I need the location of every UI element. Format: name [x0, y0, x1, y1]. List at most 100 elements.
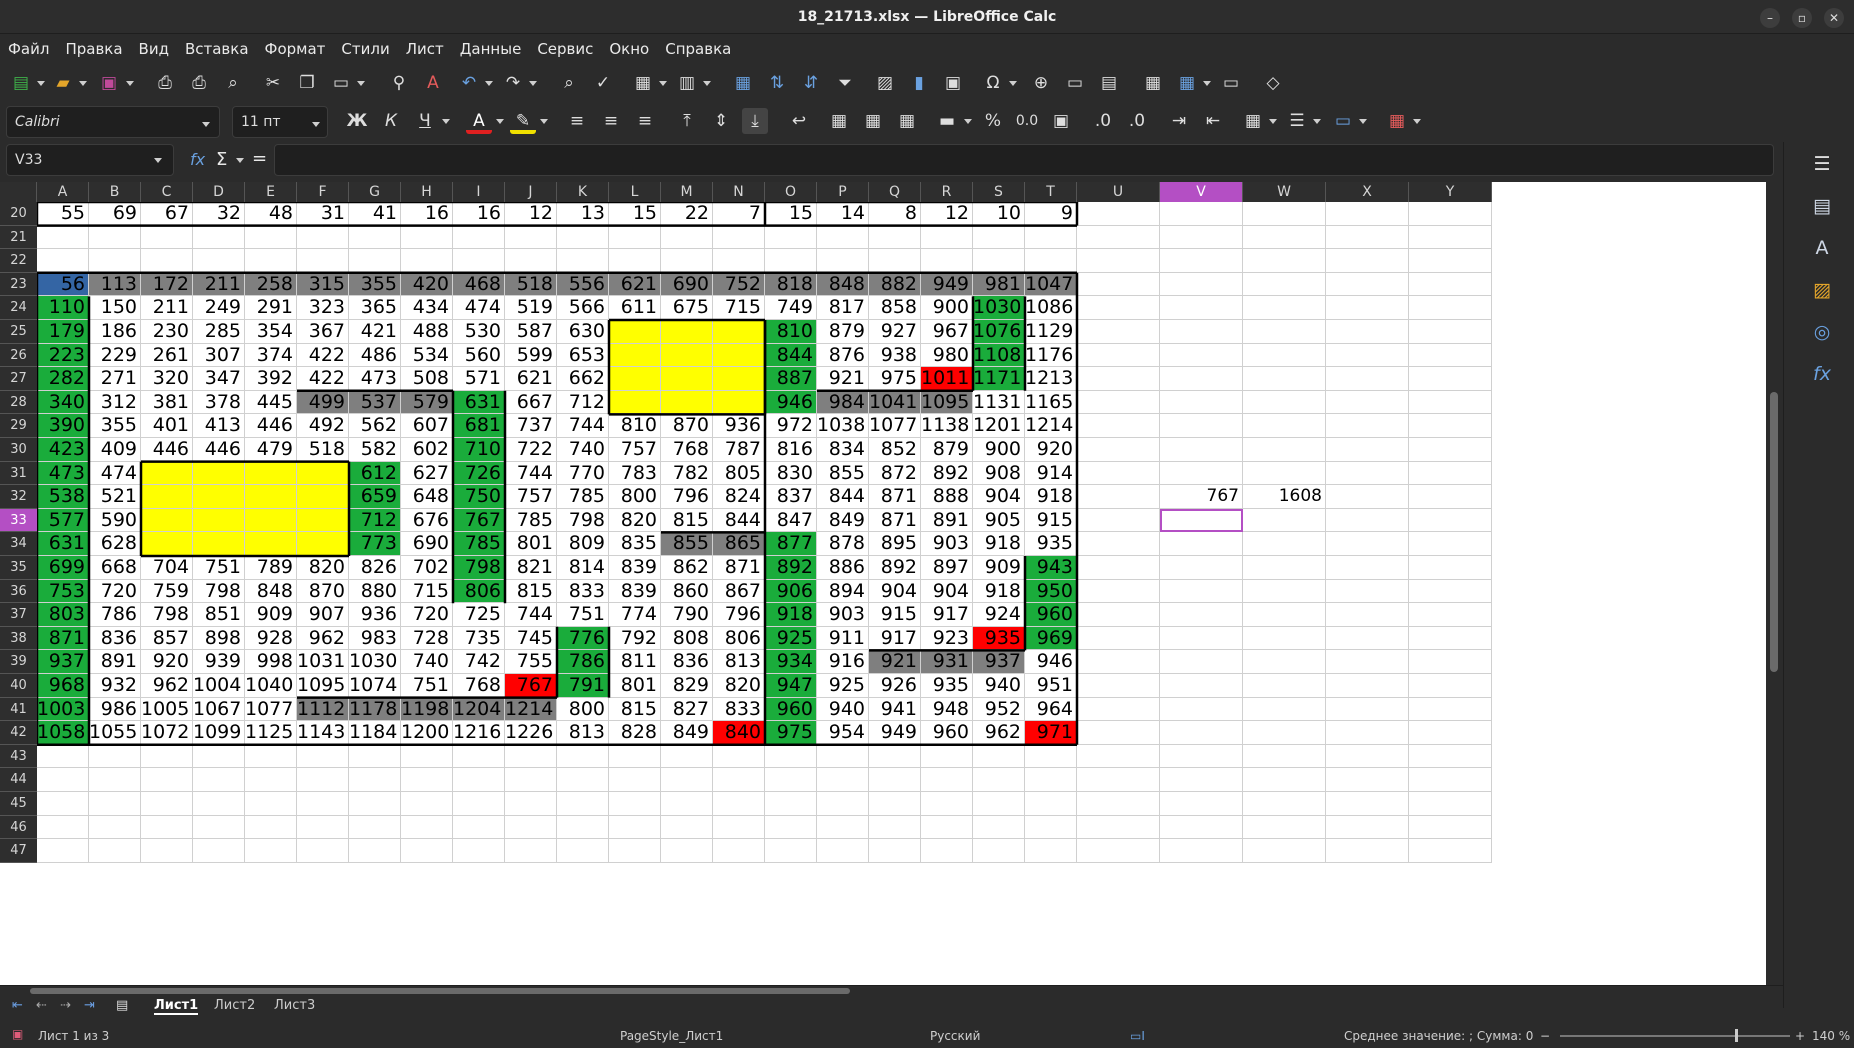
row-header-28[interactable]: 28: [0, 391, 37, 415]
sort-ascending-icon[interactable]: ⇅: [764, 70, 790, 96]
formula-input[interactable]: [274, 144, 1774, 176]
styles-icon[interactable]: A: [1808, 234, 1836, 262]
add-decimal-icon[interactable]: .0: [1090, 108, 1116, 134]
new-document-icon[interactable]: ▤: [8, 70, 34, 96]
align-left-icon[interactable]: ≡: [564, 108, 590, 134]
clear-formatting-icon[interactable]: A: [420, 70, 446, 96]
row-header-24[interactable]: 24: [0, 296, 37, 320]
bold-button[interactable]: Ж: [344, 108, 370, 134]
menu-item-4[interactable]: Формат: [257, 34, 334, 64]
insert-chart-icon[interactable]: ▮: [906, 70, 932, 96]
column-header-H[interactable]: H: [401, 182, 453, 202]
menu-item-6[interactable]: Лист: [398, 34, 452, 64]
align-middle-icon[interactable]: ⇕: [708, 108, 734, 134]
special-character-icon[interactable]: Ω: [980, 70, 1006, 96]
redo-icon[interactable]: ↷: [500, 70, 526, 96]
tab-sheet3[interactable]: Лист3: [274, 998, 315, 1013]
delete-decimal-icon[interactable]: .0: [1124, 108, 1150, 134]
navigator-icon[interactable]: ◎: [1808, 318, 1836, 346]
underline-button[interactable]: Ч: [412, 108, 438, 134]
find-replace-icon[interactable]: ⌕: [556, 70, 582, 96]
menu-item-8[interactable]: Сервис: [529, 34, 601, 64]
status-language[interactable]: Русский: [930, 1029, 980, 1043]
row-header-39[interactable]: 39: [0, 650, 37, 674]
row-header-36[interactable]: 36: [0, 580, 37, 604]
function-wizard-icon[interactable]: fx: [190, 150, 205, 169]
row-header-47[interactable]: 47: [0, 839, 37, 863]
add-sheet-icon[interactable]: ▤: [116, 998, 128, 1013]
row-header-32[interactable]: 32: [0, 485, 37, 509]
column-header-D[interactable]: D: [193, 182, 245, 202]
comment-icon[interactable]: ▭: [1062, 70, 1088, 96]
row-header-37[interactable]: 37: [0, 603, 37, 627]
sort-descending-icon[interactable]: ⇵: [798, 70, 824, 96]
column-header-S[interactable]: S: [973, 182, 1025, 202]
freeze-icon[interactable]: ▦: [730, 70, 756, 96]
row-header-31[interactable]: 31: [0, 462, 37, 486]
italic-button[interactable]: К: [378, 108, 404, 134]
row-header-23[interactable]: 23: [0, 273, 37, 297]
minimize-button[interactable]: –: [1760, 8, 1780, 28]
print-preview-icon[interactable]: ⌕: [220, 70, 246, 96]
prev-sheet-icon[interactable]: ⇠: [36, 998, 47, 1013]
zoom-slider-handle[interactable]: [1735, 1029, 1738, 1042]
horizontal-scroll-thumb[interactable]: [30, 988, 850, 994]
zoom-out-icon[interactable]: −: [1540, 1029, 1550, 1043]
split-window-icon[interactable]: ▭: [1218, 70, 1244, 96]
percent-button[interactable]: %: [980, 108, 1006, 134]
column-header-G[interactable]: G: [349, 182, 401, 202]
row-header-43[interactable]: 43: [0, 745, 37, 769]
copy-icon[interactable]: ❐: [294, 70, 320, 96]
selection-mode-icon[interactable]: ▭I: [1130, 1029, 1145, 1043]
column-header-K[interactable]: K: [557, 182, 609, 202]
borders-icon[interactable]: ▦: [1240, 108, 1266, 134]
column-header-J[interactable]: J: [505, 182, 557, 202]
row-header-33[interactable]: 33: [0, 508, 37, 533]
column-header-O[interactable]: O: [765, 182, 817, 202]
date-icon[interactable]: ▣: [1048, 108, 1074, 134]
menu-item-7[interactable]: Данные: [452, 34, 530, 64]
pivot-table-icon[interactable]: ▣: [940, 70, 966, 96]
print-icon[interactable]: ⎙: [186, 70, 212, 96]
highlight-color-icon[interactable]: ✎: [510, 108, 536, 134]
row-header-45[interactable]: 45: [0, 792, 37, 816]
column-header-N[interactable]: N: [713, 182, 765, 202]
last-sheet-icon[interactable]: ⇥: [84, 998, 95, 1013]
decrease-indent-icon[interactable]: ⇤: [1200, 108, 1226, 134]
decimals-button[interactable]: 0.0: [1014, 108, 1040, 134]
first-sheet-icon[interactable]: ⇤: [12, 998, 23, 1013]
document-modified-icon[interactable]: ▣: [12, 1027, 23, 1041]
row-header-29[interactable]: 29: [0, 414, 37, 438]
freeze-rows-icon[interactable]: ▦: [1174, 70, 1200, 96]
export-pdf-icon[interactable]: ⎙: [152, 70, 178, 96]
column-icon[interactable]: ▥: [674, 70, 700, 96]
open-folder-icon[interactable]: ▰: [50, 70, 76, 96]
row-header-41[interactable]: 41: [0, 698, 37, 722]
zoom-slider[interactable]: [1560, 1035, 1790, 1037]
undo-icon[interactable]: ↶: [456, 70, 482, 96]
cut-icon[interactable]: ✂: [260, 70, 286, 96]
menu-item-2[interactable]: Вид: [131, 34, 177, 64]
border-style-icon[interactable]: ☰: [1284, 108, 1310, 134]
currency-icon[interactable]: ▬: [934, 108, 960, 134]
column-header-X[interactable]: X: [1326, 182, 1409, 202]
column-header-C[interactable]: C: [141, 182, 193, 202]
sum-icon[interactable]: Σ: [216, 149, 227, 170]
menu-item-0[interactable]: Файл: [0, 34, 57, 64]
close-button[interactable]: ✕: [1824, 8, 1844, 28]
properties-icon[interactable]: ▤: [1808, 192, 1836, 220]
align-bottom-icon[interactable]: ⤓: [742, 108, 768, 134]
menu-item-10[interactable]: Справка: [657, 34, 739, 64]
shapes-icon[interactable]: ◇: [1260, 70, 1286, 96]
row-header-21[interactable]: 21: [0, 226, 37, 250]
row-header-26[interactable]: 26: [0, 344, 37, 368]
column-header-B[interactable]: B: [89, 182, 141, 202]
column-header-L[interactable]: L: [609, 182, 661, 202]
column-header-P[interactable]: P: [817, 182, 869, 202]
column-header-A[interactable]: A: [37, 182, 89, 202]
define-print-area-icon[interactable]: ▦: [1140, 70, 1166, 96]
font-color-icon[interactable]: A: [466, 108, 492, 134]
column-header-R[interactable]: R: [921, 182, 973, 202]
row-header-40[interactable]: 40: [0, 674, 37, 698]
menu-item-9[interactable]: Окно: [601, 34, 657, 64]
